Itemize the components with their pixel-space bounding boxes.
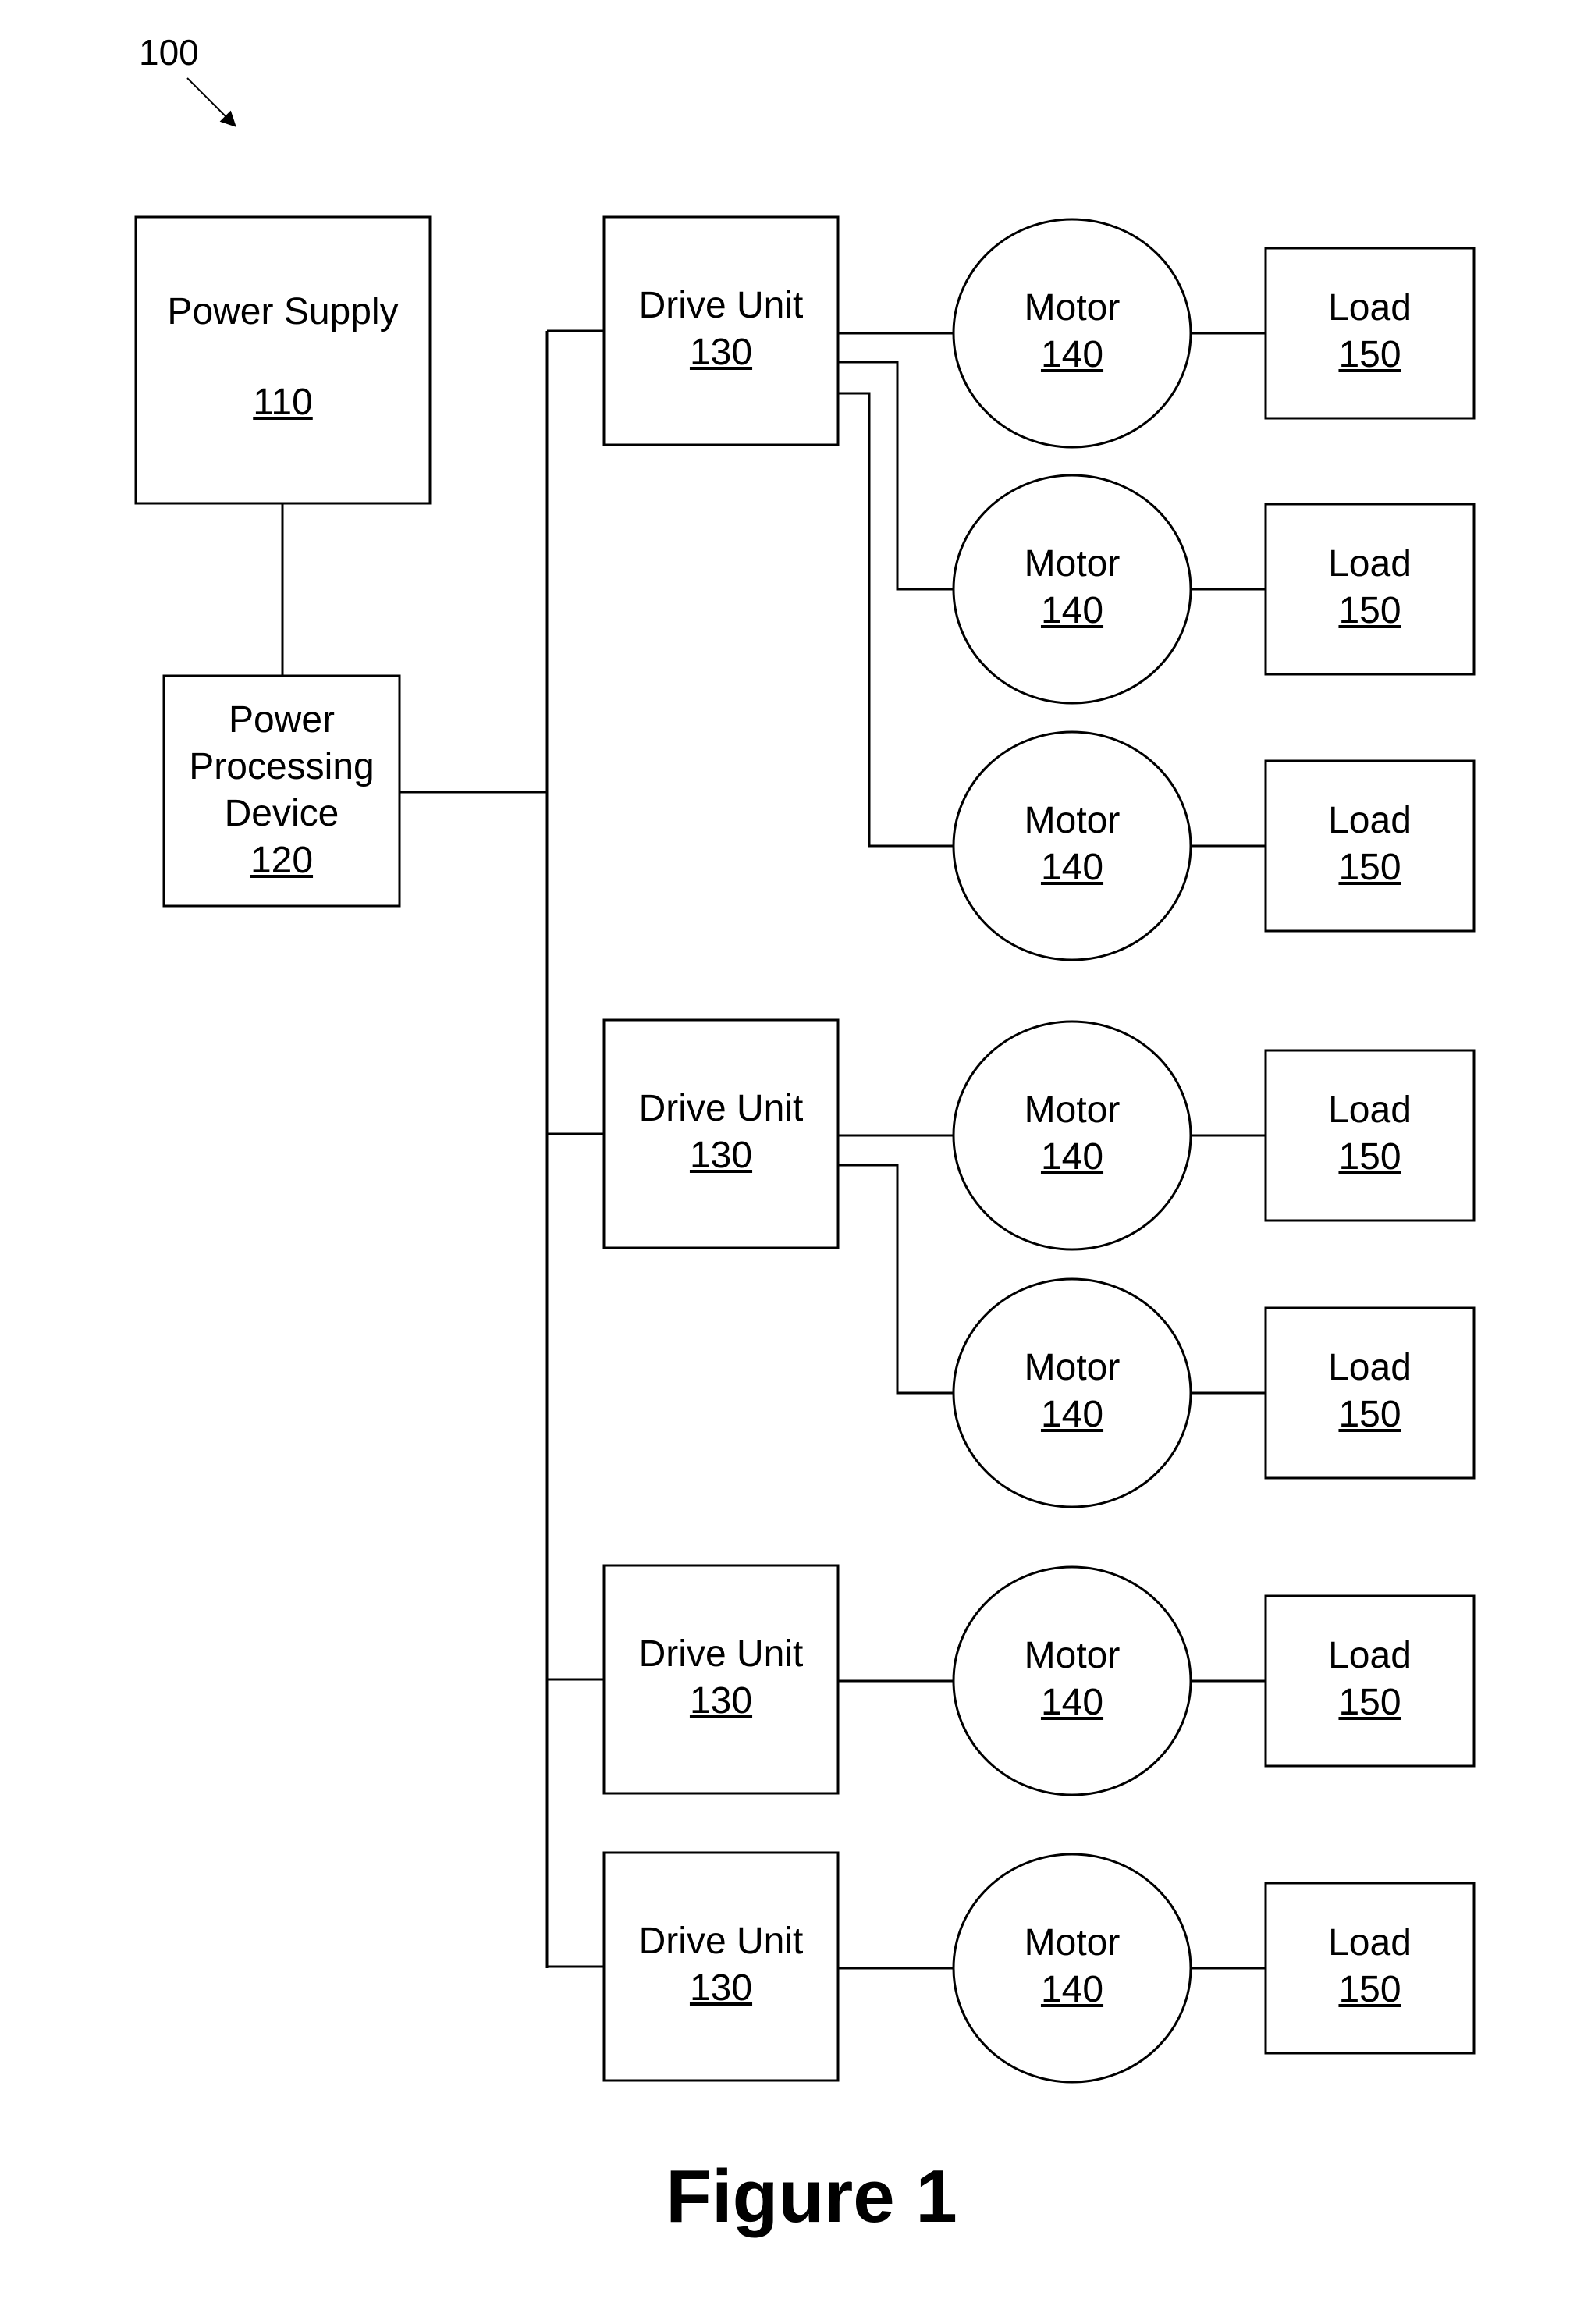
load-label: Load 150 — [1328, 1635, 1412, 1723]
load-label: Load 150 — [1328, 1089, 1412, 1178]
load-label: Load 150 — [1328, 1347, 1412, 1435]
drive-unit-label: Drive Unit 130 — [638, 1921, 804, 2009]
load-label: Load 150 — [1328, 543, 1412, 631]
drive-unit-label: Drive Unit 130 — [638, 285, 804, 373]
drive-unit-label: Drive Unit 130 — [638, 1633, 804, 1722]
motor-label: Motor 140 — [1024, 287, 1121, 375]
motor-connector — [838, 361, 954, 591]
figure-caption: Figure 1 — [666, 2155, 957, 2238]
load-label: Load 150 — [1328, 287, 1412, 375]
reference-arrow — [186, 77, 236, 127]
motor-label: Motor 140 — [1024, 1347, 1121, 1435]
motor-label: Motor 140 — [1024, 1635, 1121, 1723]
motor-label: Motor 140 — [1024, 1089, 1121, 1178]
motor-connector — [838, 392, 954, 848]
motor-label: Motor 140 — [1024, 800, 1121, 888]
power-supply-label: Power Supply 110 — [167, 291, 399, 423]
power-processing-label: Power Processing Device 120 — [189, 699, 375, 881]
drive-unit-label: Drive Unit 130 — [638, 1088, 804, 1176]
motor-label: Motor 140 — [1024, 1922, 1121, 2010]
motor-connector — [838, 1164, 954, 1395]
load-label: Load 150 — [1328, 800, 1412, 888]
motor-label: Motor 140 — [1024, 543, 1121, 631]
figure-reference: 100 — [139, 32, 199, 73]
load-label: Load 150 — [1328, 1922, 1412, 2010]
